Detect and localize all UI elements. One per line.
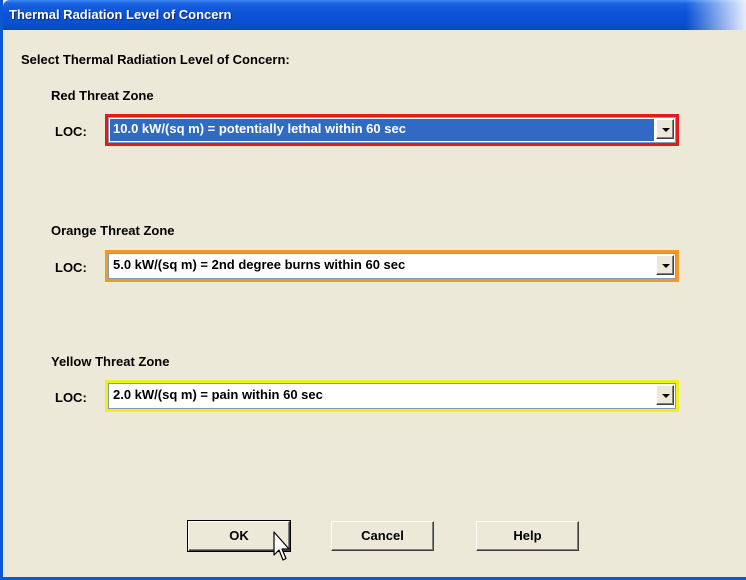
orange-loc-label: LOC: [55,260,87,275]
chevron-down-icon[interactable] [656,255,674,275]
title-bar-edge [686,0,746,30]
orange-loc-value[interactable]: 5.0 kW/(sq m) = 2nd degree burns within … [110,255,654,277]
red-loc-label: LOC: [55,124,87,139]
cancel-button[interactable]: Cancel [331,521,434,551]
window-title: Thermal Radiation Level of Concern [9,7,232,22]
help-button[interactable]: Help [476,521,579,551]
dialog-heading: Select Thermal Radiation Level of Concer… [21,52,290,67]
yellow-loc-value[interactable]: 2.0 kW/(sq m) = pain within 60 sec [110,385,654,407]
yellow-zone-label: Yellow Threat Zone [51,354,170,369]
chevron-down-icon[interactable] [656,385,674,405]
yellow-loc-dropdown[interactable]: 2.0 kW/(sq m) = pain within 60 sec [105,380,679,412]
yellow-loc-label: LOC: [55,390,87,405]
dialog-window: Thermal Radiation Level of Concern Selec… [0,0,746,580]
orange-loc-dropdown[interactable]: 5.0 kW/(sq m) = 2nd degree burns within … [105,250,679,282]
chevron-down-icon[interactable] [656,119,674,139]
red-loc-value[interactable]: 10.0 kW/(sq m) = potentially lethal with… [110,119,654,141]
red-loc-dropdown[interactable]: 10.0 kW/(sq m) = potentially lethal with… [105,114,679,146]
red-zone-label: Red Threat Zone [51,88,154,103]
orange-zone-label: Orange Threat Zone [51,223,175,238]
mouse-pointer-icon [273,531,290,561]
title-bar[interactable]: Thermal Radiation Level of Concern [3,0,746,30]
